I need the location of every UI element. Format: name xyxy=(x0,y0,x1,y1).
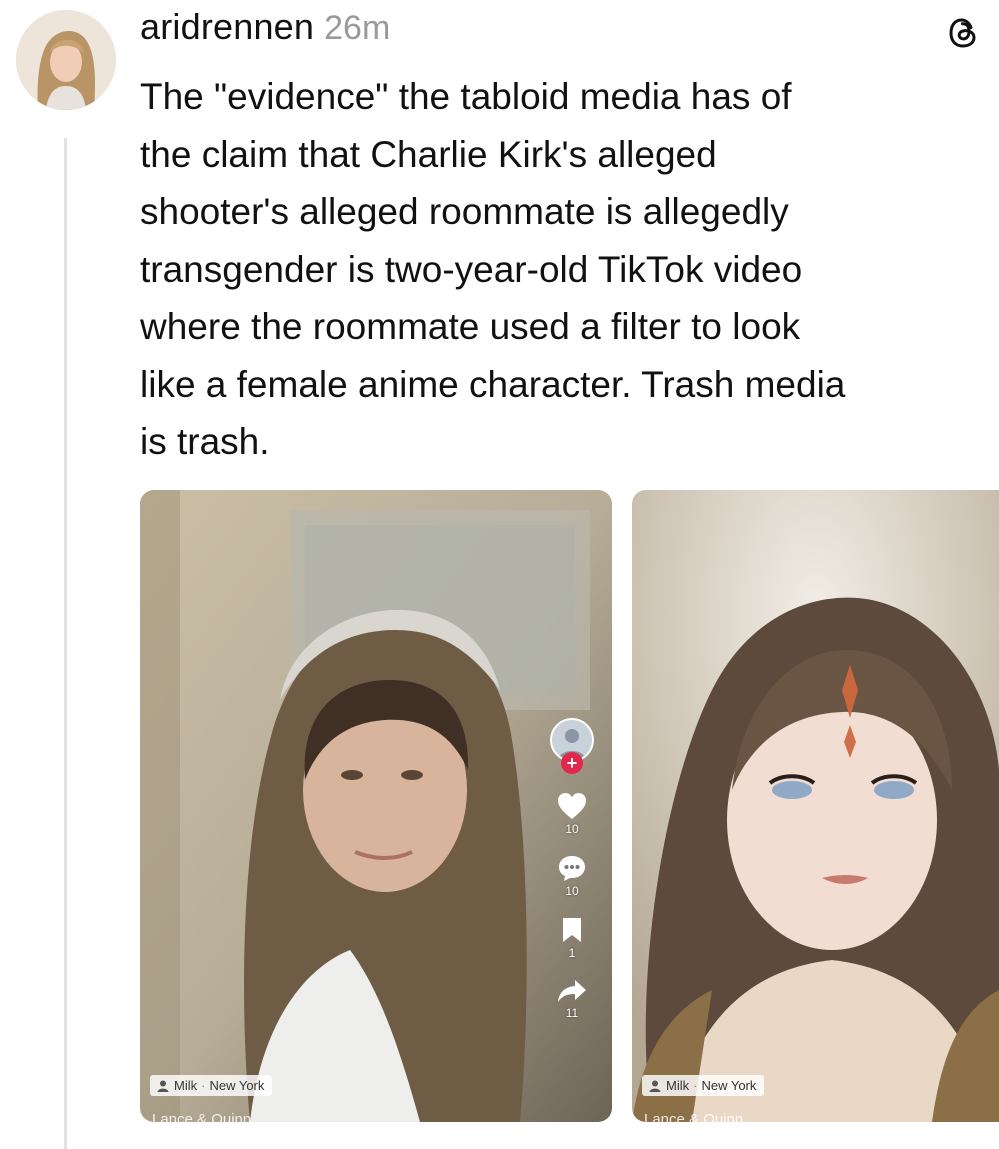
anime-filter-photo xyxy=(632,490,999,1122)
save-count: 1 xyxy=(568,946,576,960)
like-count: 10 xyxy=(565,822,579,836)
share-count: 11 xyxy=(565,1006,579,1020)
heart-icon xyxy=(558,793,586,819)
location-tag[interactable]: Milk · New York xyxy=(642,1075,765,1096)
thread-connector-line xyxy=(64,138,67,1149)
tag-location: New York xyxy=(701,1078,757,1093)
comment-bubble-icon xyxy=(559,856,585,881)
tag-separator: · xyxy=(201,1078,206,1093)
save-action[interactable]: 1 xyxy=(560,916,584,960)
share-arrow-icon xyxy=(558,980,586,1002)
person-icon xyxy=(157,1080,169,1092)
plus-icon[interactable]: + xyxy=(561,752,583,774)
location-tag[interactable]: Milk · New York xyxy=(150,1075,273,1096)
post-body-text: The "evidence" the tabloid media has of … xyxy=(140,76,846,462)
tiktok-screenshot-photo xyxy=(140,490,612,1122)
author-avatar[interactable] xyxy=(16,10,116,110)
threads-logo-icon[interactable] xyxy=(944,14,982,52)
share-action[interactable]: 11 xyxy=(557,978,587,1020)
bookmark-icon xyxy=(563,918,581,942)
caption-fragment: Lance & Quinn xyxy=(644,1111,744,1122)
tag-location: New York xyxy=(209,1078,265,1093)
tiktok-action-rail: + 10 10 1 11 xyxy=(546,718,598,1020)
like-action[interactable]: 10 xyxy=(557,792,587,836)
post-image-filtered[interactable]: Milk · New York Lance & Quinn xyxy=(632,490,999,1122)
tag-separator: · xyxy=(693,1078,698,1093)
post-image-original[interactable]: + 10 10 1 11 Milk · New York Lance & Qui… xyxy=(140,490,612,1122)
post-header: aridrennen 26m xyxy=(140,6,390,58)
person-icon xyxy=(649,1080,661,1092)
tag-user: Milk xyxy=(666,1078,690,1093)
comment-count: 10 xyxy=(565,884,579,898)
author-username[interactable]: aridrennen xyxy=(140,6,314,48)
caption-fragment: Lance & Quinn xyxy=(152,1111,252,1122)
comment-action[interactable]: 10 xyxy=(557,854,587,898)
post-timestamp: 26m xyxy=(324,9,391,47)
avatar-image xyxy=(16,10,116,110)
tag-user: Milk xyxy=(174,1078,198,1093)
